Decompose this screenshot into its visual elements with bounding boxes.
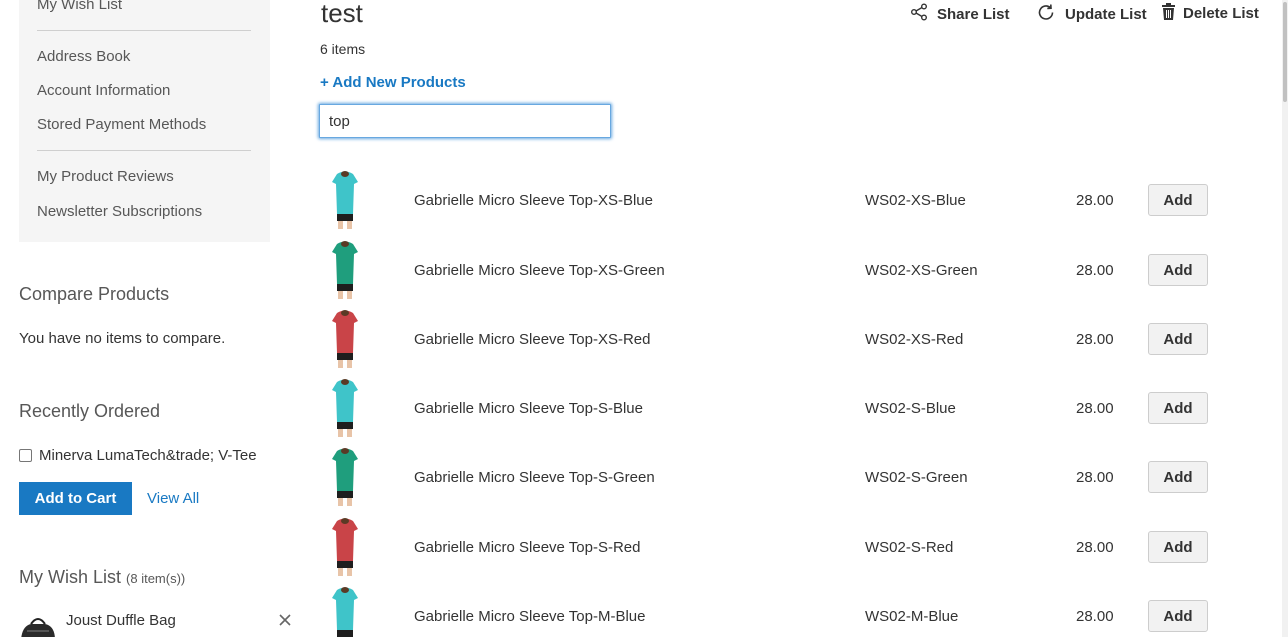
wishlist-item-thumbnail[interactable]: [19, 610, 57, 637]
page-scrollbar[interactable]: [1282, 0, 1288, 637]
product-sku: WS02-S-Red: [865, 539, 954, 556]
nav-divider: [37, 30, 251, 31]
nav-item-newsletter-subscriptions[interactable]: Newsletter Subscriptions: [37, 203, 202, 220]
wishlist-title: My Wish List (8 item(s)): [19, 567, 185, 588]
product-price: 28.00: [1076, 331, 1114, 348]
product-thumbnail[interactable]: [328, 517, 362, 577]
product-thumbnail[interactable]: [328, 586, 362, 637]
update-list-label: Update List: [1065, 6, 1147, 23]
product-name[interactable]: Gabrielle Micro Sleeve Top-S-Green: [414, 469, 655, 486]
shirt-shape: [332, 448, 358, 491]
shirt-shape: [332, 241, 358, 284]
product-sku: WS02-S-Blue: [865, 400, 956, 417]
product-thumbnail[interactable]: [328, 170, 362, 230]
share-list-label: Share List: [937, 5, 1010, 23]
product-sku: WS02-XS-Blue: [865, 192, 966, 209]
shirt-shape: [332, 171, 358, 214]
table-row: Gabrielle Micro Sleeve Top-S-Blue WS02-S…: [320, 378, 1220, 447]
nav-item-address-book[interactable]: Address Book: [37, 48, 130, 65]
recently-ordered-item-label: Minerva LumaTech&trade; V-Tee: [39, 447, 257, 464]
delete-list-label: Delete List: [1183, 5, 1259, 22]
add-button[interactable]: Add: [1148, 323, 1208, 355]
shirt-shape: [332, 379, 358, 422]
table-row: Gabrielle Micro Sleeve Top-XS-Green WS02…: [320, 240, 1220, 309]
delete-list-button[interactable]: Delete List: [1161, 3, 1259, 24]
scrollbar-thumb[interactable]: [1283, 2, 1287, 102]
shirt-shape: [332, 310, 358, 353]
add-button[interactable]: Add: [1148, 184, 1208, 216]
items-count: 6 items: [320, 41, 366, 57]
product-price: 28.00: [1076, 469, 1114, 486]
add-button[interactable]: Add: [1148, 461, 1208, 493]
nav-item-my-wish-list[interactable]: My Wish List: [37, 0, 122, 13]
shirt-shape: [332, 587, 358, 630]
product-thumbnail[interactable]: [328, 378, 362, 438]
close-icon[interactable]: [277, 612, 293, 628]
nav-item-my-product-reviews[interactable]: My Product Reviews: [37, 168, 174, 185]
product-name[interactable]: Gabrielle Micro Sleeve Top-XS-Green: [414, 262, 665, 279]
nav-divider: [37, 150, 251, 151]
nav-item-account-information[interactable]: Account Information: [37, 82, 170, 99]
product-price: 28.00: [1076, 400, 1114, 417]
product-search-input[interactable]: [319, 104, 611, 138]
add-button[interactable]: Add: [1148, 600, 1208, 632]
product-price: 28.00: [1076, 192, 1114, 209]
share-list-button[interactable]: Share List: [910, 3, 1010, 25]
product-sku: WS02-XS-Green: [865, 262, 978, 279]
product-name[interactable]: Gabrielle Micro Sleeve Top-XS-Red: [414, 331, 651, 348]
product-sku: WS02-S-Green: [865, 469, 968, 486]
product-thumbnail[interactable]: [328, 309, 362, 369]
wishlist-item-name[interactable]: Joust Duffle Bag: [66, 612, 176, 629]
product-name[interactable]: Gabrielle Micro Sleeve Top-XS-Blue: [414, 192, 653, 209]
recently-ordered-title: Recently Ordered: [19, 401, 161, 421]
product-price: 28.00: [1076, 539, 1114, 556]
product-thumbnail[interactable]: [328, 240, 362, 300]
product-name[interactable]: Gabrielle Micro Sleeve Top-M-Blue: [414, 608, 645, 625]
add-to-cart-button[interactable]: Add to Cart: [19, 482, 132, 515]
table-row: Gabrielle Micro Sleeve Top-S-Green WS02-…: [320, 447, 1220, 516]
share-icon: [910, 3, 928, 25]
table-row: Gabrielle Micro Sleeve Top-M-Blue WS02-M…: [320, 586, 1220, 637]
compare-empty-text: You have no items to compare.: [19, 330, 226, 347]
add-button[interactable]: Add: [1148, 254, 1208, 286]
add-button[interactable]: Add: [1148, 531, 1208, 563]
wishlist-title-text: My Wish List: [19, 567, 122, 587]
product-name[interactable]: Gabrielle Micro Sleeve Top-S-Red: [414, 539, 641, 556]
product-sku: WS02-M-Blue: [865, 608, 959, 625]
add-new-products-link[interactable]: + Add New Products: [320, 74, 466, 91]
refresh-icon: [1037, 3, 1056, 26]
table-row: Gabrielle Micro Sleeve Top-S-Red WS02-S-…: [320, 517, 1220, 586]
shirt-shape: [332, 518, 358, 561]
trash-icon: [1161, 3, 1176, 24]
table-row: Gabrielle Micro Sleeve Top-XS-Red WS02-X…: [320, 309, 1220, 378]
nav-item-stored-payment-methods[interactable]: Stored Payment Methods: [37, 116, 206, 133]
recently-ordered-checkbox[interactable]: [19, 449, 32, 462]
page-title: test: [321, 0, 363, 28]
table-row: Gabrielle Micro Sleeve Top-XS-Blue WS02-…: [320, 170, 1220, 239]
compare-title: Compare Products: [19, 284, 170, 304]
product-name[interactable]: Gabrielle Micro Sleeve Top-S-Blue: [414, 400, 643, 417]
wishlist-count: (8 item(s)): [126, 571, 186, 586]
product-price: 28.00: [1076, 262, 1114, 279]
product-sku: WS02-XS-Red: [865, 331, 964, 348]
view-all-link[interactable]: View All: [147, 490, 199, 507]
add-button[interactable]: Add: [1148, 392, 1208, 424]
update-list-button[interactable]: Update List: [1037, 3, 1147, 26]
product-price: 28.00: [1076, 608, 1114, 625]
product-thumbnail[interactable]: [328, 447, 362, 507]
